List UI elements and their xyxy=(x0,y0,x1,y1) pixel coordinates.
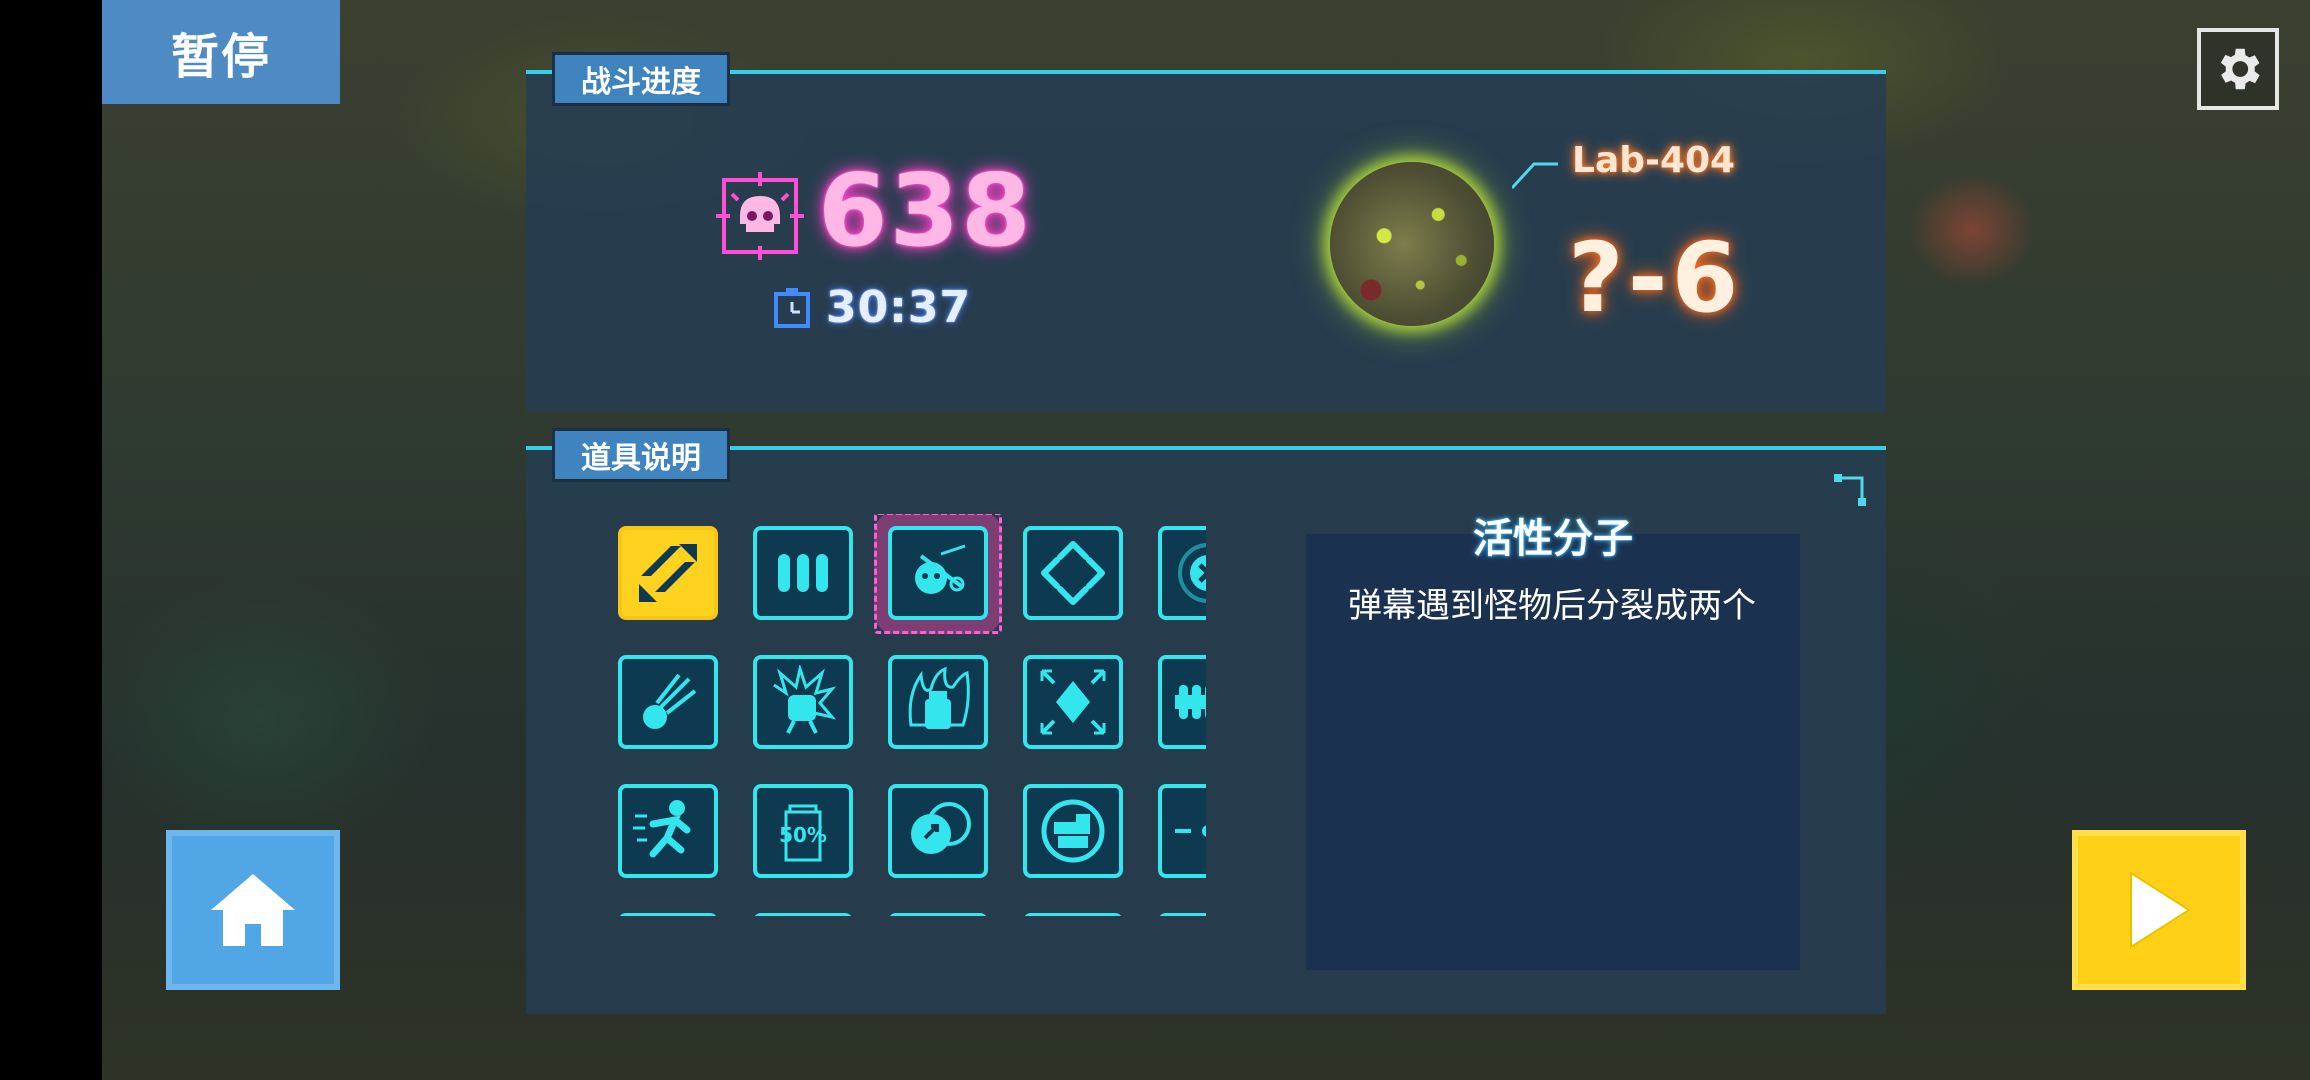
item-grid-viewport[interactable]: 50% xyxy=(606,514,1206,916)
panel-divider xyxy=(526,446,1886,450)
triple-bullet-icon xyxy=(778,554,828,592)
sprint-icon xyxy=(633,800,691,858)
item-slot-radar[interactable] xyxy=(753,913,853,916)
item-slot-rocket-2[interactable] xyxy=(1158,913,1206,916)
stage-number: ?-6 xyxy=(1568,222,1743,334)
resume-button[interactable] xyxy=(2072,830,2246,990)
diamond-arrows-icon xyxy=(1041,541,1105,605)
comet-icon xyxy=(643,673,697,729)
punch-icon xyxy=(773,665,837,734)
item-info-tab: 道具说明 xyxy=(552,428,730,482)
timer-icon xyxy=(774,288,810,328)
item-slot-expand-crystal[interactable] xyxy=(1023,655,1123,749)
split-orbs-icon xyxy=(911,802,971,854)
item-slot-triple-bullet-2[interactable] xyxy=(1023,913,1123,916)
active-molecule-icon xyxy=(915,544,966,594)
play-icon xyxy=(2130,871,2191,949)
kill-count: 638 xyxy=(818,152,1033,269)
ammo-belt-icon xyxy=(1175,685,1206,719)
home-button[interactable] xyxy=(166,830,340,990)
item-slot-triple-bullet[interactable] xyxy=(753,526,853,620)
cancel-circle-icon xyxy=(1178,543,1206,603)
item-slot-comet[interactable] xyxy=(618,655,718,749)
item-name: 活性分子 xyxy=(1473,516,1633,562)
item-slot-turret-circle[interactable] xyxy=(1023,784,1123,878)
pause-title: 暂停 xyxy=(102,0,340,104)
item-slot-rocket[interactable] xyxy=(618,913,718,916)
settings-button[interactable] xyxy=(2197,28,2279,110)
panel-divider xyxy=(526,70,1886,74)
item-slot-cancel-circle[interactable] xyxy=(1158,526,1206,620)
item-slot-web[interactable] xyxy=(888,913,988,916)
location-name: Lab-404 xyxy=(1572,140,1736,181)
battle-progress-panel: 战斗进度 638 30:37 Lab-404 ?-6 xyxy=(526,52,1886,412)
planet-map-icon xyxy=(1330,162,1494,326)
fifty-percent-label: 50% xyxy=(779,823,827,847)
item-slot-active-molecule[interactable] xyxy=(874,514,1002,634)
potion-flame-icon xyxy=(908,666,970,729)
skull-target-icon xyxy=(716,172,804,260)
home-icon xyxy=(211,874,295,946)
item-slot-split-orbs[interactable] xyxy=(888,784,988,878)
item-slot-potion-flame[interactable] xyxy=(888,655,988,749)
turret-circle-icon xyxy=(1041,799,1105,863)
fifty-percent-icon: 50% xyxy=(779,804,827,862)
battle-timer: 30:37 xyxy=(826,282,972,333)
item-slot-target-spread[interactable] xyxy=(1158,784,1206,878)
item-info-panel: 道具说明 50% 活性分子 弹幕遇到怪物后分裂成两个 xyxy=(526,428,1886,1014)
item-slot-arrows[interactable] xyxy=(618,526,718,620)
item-slot-fifty-percent[interactable]: 50% xyxy=(753,784,853,878)
item-description: 弹幕遇到怪物后分裂成两个 xyxy=(1348,586,1756,626)
gear-icon xyxy=(2220,48,2260,90)
battle-progress-tab: 战斗进度 xyxy=(552,52,730,106)
item-slot-sprint[interactable] xyxy=(618,784,718,878)
item-slot-punch[interactable] xyxy=(753,655,853,749)
target-spread-icon xyxy=(1175,798,1206,864)
item-grid: 50% xyxy=(606,514,1206,916)
item-slot-diamond-arrows[interactable] xyxy=(1023,526,1123,620)
corner-bracket-icon xyxy=(1834,474,1866,506)
callout-line xyxy=(1512,162,1558,190)
arrows-icon xyxy=(639,544,697,602)
expand-crystal-icon xyxy=(1040,669,1106,735)
item-slot-ammo-belt[interactable] xyxy=(1158,655,1206,749)
